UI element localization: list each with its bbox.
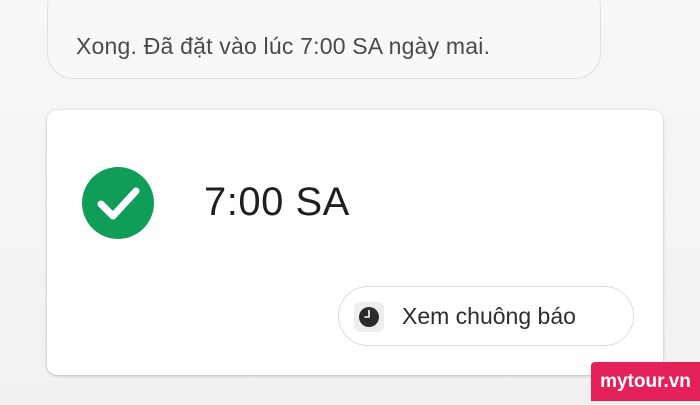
check-circle-icon bbox=[82, 167, 154, 239]
alarm-card: 7:00 SA Xem chuông báo bbox=[47, 110, 663, 375]
assistant-screen: Xong. Đã đặt vào lúc 7:00 SA ngày mai. 7… bbox=[0, 0, 700, 405]
assistant-reply-bubble: Xong. Đã đặt vào lúc 7:00 SA ngày mai. bbox=[47, 0, 601, 79]
view-alarms-button[interactable]: Xem chuông báo bbox=[338, 286, 634, 346]
alarm-time: 7:00 SA bbox=[204, 180, 350, 224]
watermark-logo: mytour.vn bbox=[591, 362, 700, 401]
view-alarms-label: Xem chuông báo bbox=[402, 303, 576, 329]
clock-icon bbox=[354, 302, 384, 332]
assistant-reply-text: Xong. Đã đặt vào lúc 7:00 SA ngày mai. bbox=[76, 33, 491, 59]
